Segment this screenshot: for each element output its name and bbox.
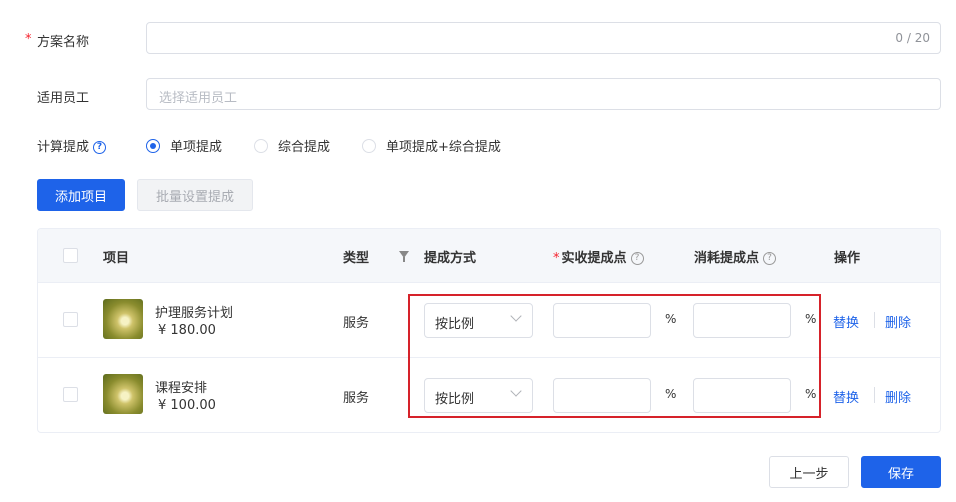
required-mark: * — [553, 251, 560, 266]
save-button[interactable]: 保存 — [861, 456, 941, 488]
divider — [874, 312, 875, 328]
header-item: 项目 — [103, 251, 130, 266]
select-all-checkbox[interactable] — [63, 248, 78, 263]
item-type: 服务 — [343, 391, 370, 406]
radio-dot[interactable] — [146, 138, 160, 153]
radio-label: 单项提成 — [170, 140, 223, 155]
plan-name-label: * 方案名称 — [25, 31, 90, 50]
plan-name-label-text: 方案名称 — [37, 35, 90, 50]
staff-label: 适用员工 — [37, 91, 90, 106]
row-checkbox[interactable] — [63, 387, 78, 402]
radio-dot[interactable] — [362, 138, 377, 153]
header-type: 类型 — [343, 251, 370, 266]
highlight-box — [408, 294, 821, 418]
header-consume-text: 消耗提成点 — [694, 251, 760, 266]
divider — [874, 387, 875, 403]
delete-link[interactable]: 删除 — [885, 312, 911, 331]
delete-link[interactable]: 删除 — [885, 387, 911, 406]
staff-placeholder: 选择适用员工 — [159, 91, 238, 106]
header-operations: 操作 — [834, 251, 861, 266]
header-actual-text: 实收提成点 — [561, 251, 627, 266]
item-name: 护理服务计划 — [155, 306, 234, 321]
item-price: ¥ 100.00 — [158, 398, 216, 413]
item-thumbnail — [103, 299, 143, 339]
radio-single-commission[interactable]: 单项提成 — [146, 136, 222, 155]
calc-commission-label-text: 计算提成 — [37, 140, 90, 155]
header-actual-commission: * 实收提成点? — [553, 247, 644, 266]
replace-link[interactable]: 替换 — [833, 312, 859, 331]
radio-dot[interactable] — [254, 138, 269, 153]
header-method: 提成方式 — [424, 251, 477, 266]
char-counter: 0 / 20 — [895, 31, 930, 45]
question-circle-icon[interactable]: ? — [630, 252, 644, 265]
radio-label: 综合提成 — [278, 140, 331, 155]
radio-label: 单项提成+综合提成 — [386, 140, 501, 155]
item-name: 课程安排 — [155, 381, 208, 396]
batch-set-commission-button[interactable]: 批量设置提成 — [137, 179, 253, 211]
header-consume-commission: 消耗提成点? — [694, 247, 777, 266]
question-circle-icon[interactable]: ? — [93, 141, 107, 154]
radio-combined-commission[interactable]: 综合提成 — [254, 136, 330, 155]
item-price: ¥ 180.00 — [158, 323, 216, 338]
calc-commission-radio-group: 单项提成 综合提成 单项提成+综合提成 — [146, 136, 533, 155]
add-item-button[interactable]: 添加项目 — [37, 179, 125, 211]
previous-step-button[interactable]: 上一步 — [769, 456, 849, 488]
replace-link[interactable]: 替换 — [833, 387, 859, 406]
table-header: 项目 类型 提成方式 * 实收提成点? 消耗提成点? 操作 — [38, 229, 940, 283]
staff-select-input[interactable]: 选择适用员工 — [146, 78, 941, 110]
question-circle-icon[interactable]: ? — [763, 252, 777, 265]
calc-commission-label: 计算提成? — [37, 136, 107, 155]
plan-name-input[interactable]: 0 / 20 — [146, 22, 941, 54]
item-thumbnail — [103, 374, 143, 414]
item-type: 服务 — [343, 316, 370, 331]
row-checkbox[interactable] — [63, 312, 78, 327]
radio-single-plus-combined[interactable]: 单项提成+综合提成 — [362, 136, 501, 155]
required-mark: * — [25, 32, 32, 47]
filter-icon[interactable] — [399, 251, 409, 262]
